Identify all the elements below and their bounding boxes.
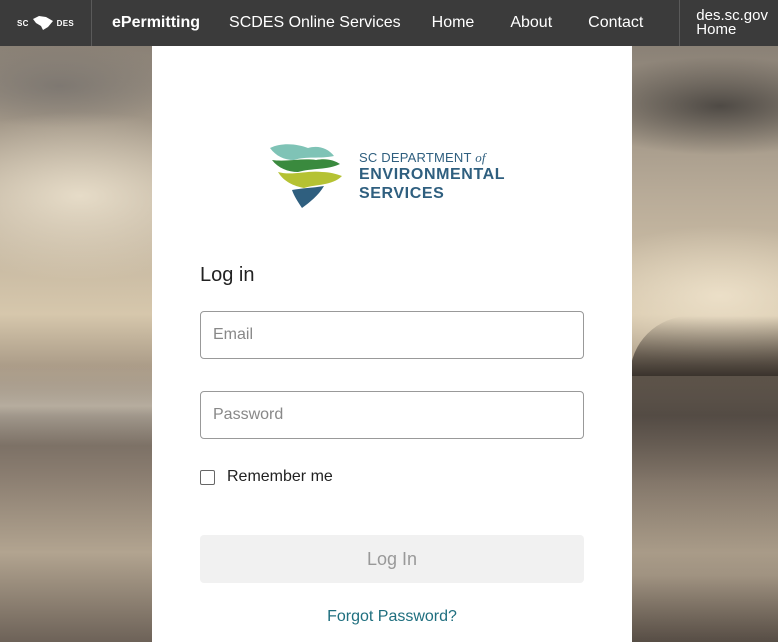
department-logo: SC DEPARTMENT of ENVIRONMENTAL SERVICES xyxy=(268,142,518,208)
background-hill xyxy=(630,316,778,376)
logo-text-line2: ENVIRONMENTAL xyxy=(359,166,506,183)
logo-dept-text: SC DEPARTMENT xyxy=(359,150,472,165)
remember-me-option[interactable]: Remember me xyxy=(200,468,333,486)
remember-me-checkbox[interactable] xyxy=(200,469,215,485)
logo-of-text: of xyxy=(475,150,486,165)
nav-about-link[interactable]: About xyxy=(510,14,552,32)
background-shoreline-right xyxy=(632,376,778,642)
login-card: SC DEPARTMENT of ENVIRONMENTAL SERVICES … xyxy=(152,46,632,642)
state-logo-icon xyxy=(270,144,342,208)
app-subtitle[interactable]: SCDES Online Services xyxy=(229,14,401,32)
password-input[interactable] xyxy=(200,391,584,439)
app-name[interactable]: ePermitting xyxy=(112,14,200,32)
external-home-link[interactable]: des.sc.gov Home xyxy=(679,0,778,46)
login-heading: Log in xyxy=(200,264,255,286)
logo-des-text: DES xyxy=(56,18,75,28)
nav-home-link[interactable]: Home xyxy=(432,14,475,32)
scdes-logo-link[interactable]: SC DES xyxy=(0,0,92,46)
logo-text-line1: SC DEPARTMENT of xyxy=(359,150,486,166)
email-input[interactable] xyxy=(200,311,584,359)
external-home-line2: Home xyxy=(696,21,737,38)
top-navbar: SC DES ePermitting SCDES Online Services… xyxy=(0,0,778,46)
logo-text-line3: SERVICES xyxy=(359,185,445,202)
logo-sc-text: SC xyxy=(16,18,29,28)
background-shoreline-left xyxy=(0,366,152,446)
forgot-password-link[interactable]: Forgot Password? xyxy=(152,608,632,626)
login-button[interactable]: Log In xyxy=(200,535,584,583)
nav-contact-link[interactable]: Contact xyxy=(588,14,643,32)
remember-me-label: Remember me xyxy=(227,468,333,485)
state-outline-icon xyxy=(32,16,53,30)
